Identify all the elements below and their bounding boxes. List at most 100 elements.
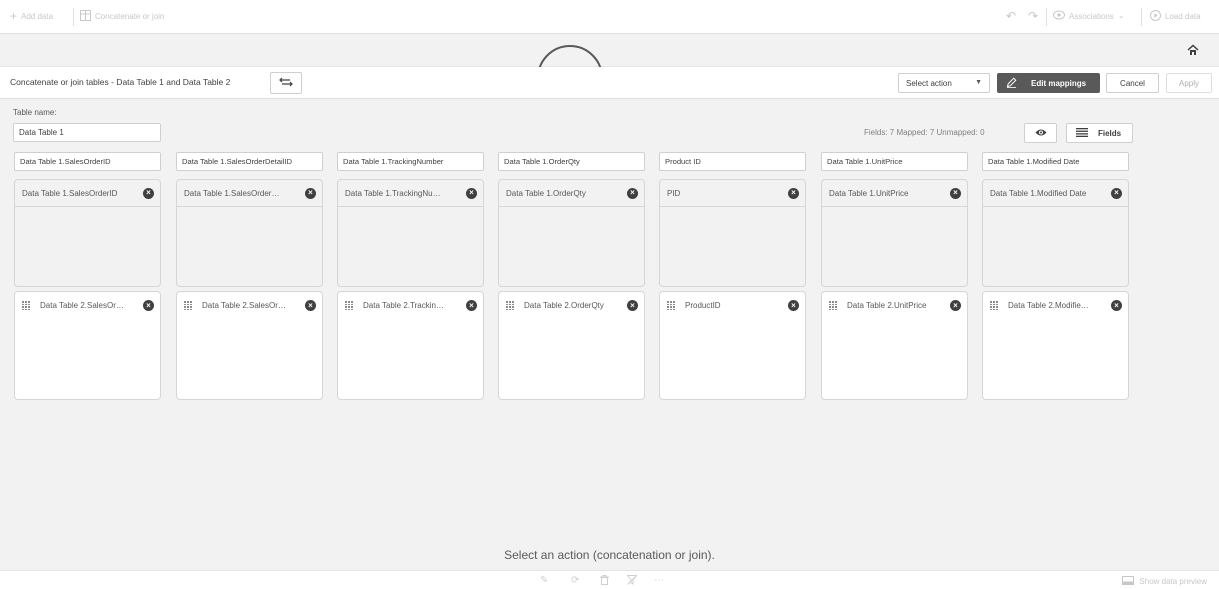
column-header[interactable]: Data Table 1.Modified Date [982,152,1129,171]
table2-field[interactable]: Data Table 2.UnitPrice × [822,292,967,319]
remove-field-icon[interactable]: × [305,300,316,311]
undo-icon: ↶ [1006,9,1017,23]
field-label: Data Table 2.Trackin… [363,301,444,310]
remove-field-icon[interactable]: × [143,187,154,199]
preview-toggle-button[interactable] [1024,123,1057,143]
drag-handle-icon[interactable] [990,301,998,310]
drag-handle-icon[interactable] [506,301,514,310]
drag-handle-icon[interactable] [345,301,353,310]
drag-handle-icon[interactable] [184,301,192,310]
table1-field[interactable]: PID × [660,180,805,207]
column-header[interactable]: Data Table 1.SalesOrderID [14,152,161,171]
select-action-message: Select an action (concatenation or join)… [504,548,715,562]
add-data-button[interactable]: + Add data [10,10,53,22]
table2-field[interactable]: Data Table 2.SalesOr… × [177,292,322,319]
remove-field-icon[interactable]: × [466,300,477,311]
table1-field[interactable]: Data Table 1.UnitPrice × [822,180,967,207]
table1-field[interactable]: Data Table 1.SalesOrderID × [15,180,160,207]
field-label: Data Table 1.SalesOrderID [22,188,118,198]
field-label: ProductID [685,301,721,310]
table-name-label: Table name: [13,108,57,117]
plus-icon: + [10,9,18,23]
table1-field-box: Data Table 1.TrackingNu… × [337,179,484,287]
table2-field-box: Data Table 2.SalesOr… × [14,291,161,400]
edit-mappings-button[interactable]: Edit mappings [997,73,1100,93]
table2-field[interactable]: ProductID × [660,292,805,319]
concatenate-icon [80,10,91,23]
column-header[interactable]: Data Table 1.SalesOrderDetailID [176,152,323,171]
concatenate-label: Concatenate or join [95,12,165,21]
table-name-input[interactable] [13,123,161,142]
column-header[interactable]: Data Table 1.OrderQty [498,152,645,171]
toolbar-divider [1046,8,1047,26]
remove-field-icon[interactable]: × [950,300,961,311]
remove-field-icon[interactable]: × [788,300,799,311]
associations-label: Associations [1069,11,1114,21]
load-data-button[interactable]: Load data [1150,10,1201,23]
filter-off-icon[interactable] [626,575,638,588]
drag-handle-icon[interactable] [22,301,30,310]
caret-down-icon: ▼ [975,79,982,86]
drag-handle-icon[interactable] [667,301,675,310]
pencil-icon [1006,76,1017,90]
top-toolbar: + Add data Concatenate or join ↶ ↷ Assoc… [0,0,1219,34]
mapping-column: Product ID PID × ProductID × [659,152,806,400]
select-action-label: Select action [906,78,952,88]
remove-field-icon[interactable]: × [466,187,477,199]
edit-mappings-label: Edit mappings [1031,78,1087,88]
field-label: Data Table 2.SalesOr… [202,301,286,310]
redo-icon: ↷ [1028,9,1039,23]
table2-field[interactable]: Data Table 2.SalesOr… × [15,292,160,319]
select-action-dropdown[interactable]: Select action ▼ [898,73,990,93]
add-data-label: Add data [21,11,54,21]
table2-field-box: Data Table 2.Trackin… × [337,291,484,400]
table1-field-box: Data Table 1.SalesOrder… × [176,179,323,287]
eye-icon [1053,10,1065,22]
remove-field-icon[interactable]: × [627,300,638,311]
associations-button[interactable]: Associations ⌄ [1053,10,1125,22]
table1-field-box: Data Table 1.OrderQty × [498,179,645,287]
column-header[interactable]: Data Table 1.TrackingNumber [337,152,484,171]
remove-field-icon[interactable]: × [788,187,799,199]
apply-button[interactable]: Apply [1166,73,1212,93]
refresh-icon[interactable]: ⟳ [571,575,579,586]
table2-field[interactable]: Data Table 2.Modifie… × [983,292,1128,319]
field-label: Data Table 1.Modified Date [990,188,1087,198]
delete-icon[interactable] [600,575,609,588]
table2-field[interactable]: Data Table 2.OrderQty × [499,292,644,319]
home-icon[interactable] [1187,43,1199,61]
drag-handle-icon[interactable] [829,301,837,310]
table1-field[interactable]: Data Table 1.Modified Date × [983,180,1128,207]
pencil-icon[interactable]: ✎ [540,575,548,586]
remove-field-icon[interactable]: × [627,187,638,199]
table1-field[interactable]: Data Table 1.TrackingNu… × [338,180,483,207]
redo-button[interactable]: ↷ [1028,10,1038,22]
column-header[interactable]: Product ID [659,152,806,171]
remove-field-icon[interactable]: × [305,187,316,199]
table2-field[interactable]: Data Table 2.Trackin… × [338,292,483,319]
swap-tables-button[interactable] [270,72,302,94]
swap-icon [279,74,293,92]
mapping-column: Data Table 1.Modified Date Data Table 1.… [982,152,1129,400]
table1-field[interactable]: Data Table 1.SalesOrder… × [177,180,322,207]
remove-field-icon[interactable]: × [1111,187,1122,199]
fields-stats: Fields: 7 Mapped: 7 Unmapped: 0 [864,128,985,137]
panel-title: Concatenate or join tables - Data Table … [10,77,231,87]
undo-button[interactable]: ↶ [1006,10,1016,22]
table2-field-box: ProductID × [659,291,806,400]
remove-field-icon[interactable]: × [950,187,961,199]
load-data-label: Load data [1165,12,1201,21]
play-circle-icon [1150,10,1161,23]
table1-field-box: Data Table 1.SalesOrderID × [14,179,161,287]
field-label: Data Table 2.SalesOr… [40,301,124,310]
show-data-preview-button[interactable]: Show data preview [1122,576,1207,587]
remove-field-icon[interactable]: × [143,300,154,311]
cancel-button[interactable]: Cancel [1106,73,1159,93]
column-header[interactable]: Data Table 1.UnitPrice [821,152,968,171]
remove-field-icon[interactable]: × [1111,300,1122,311]
more-icon[interactable]: ⋯ [654,575,664,586]
fields-button[interactable]: Fields [1066,123,1133,143]
concatenate-or-join-button[interactable]: Concatenate or join [80,10,164,23]
field-label: Data Table 1.SalesOrder… [184,188,280,198]
table1-field[interactable]: Data Table 1.OrderQty × [499,180,644,207]
